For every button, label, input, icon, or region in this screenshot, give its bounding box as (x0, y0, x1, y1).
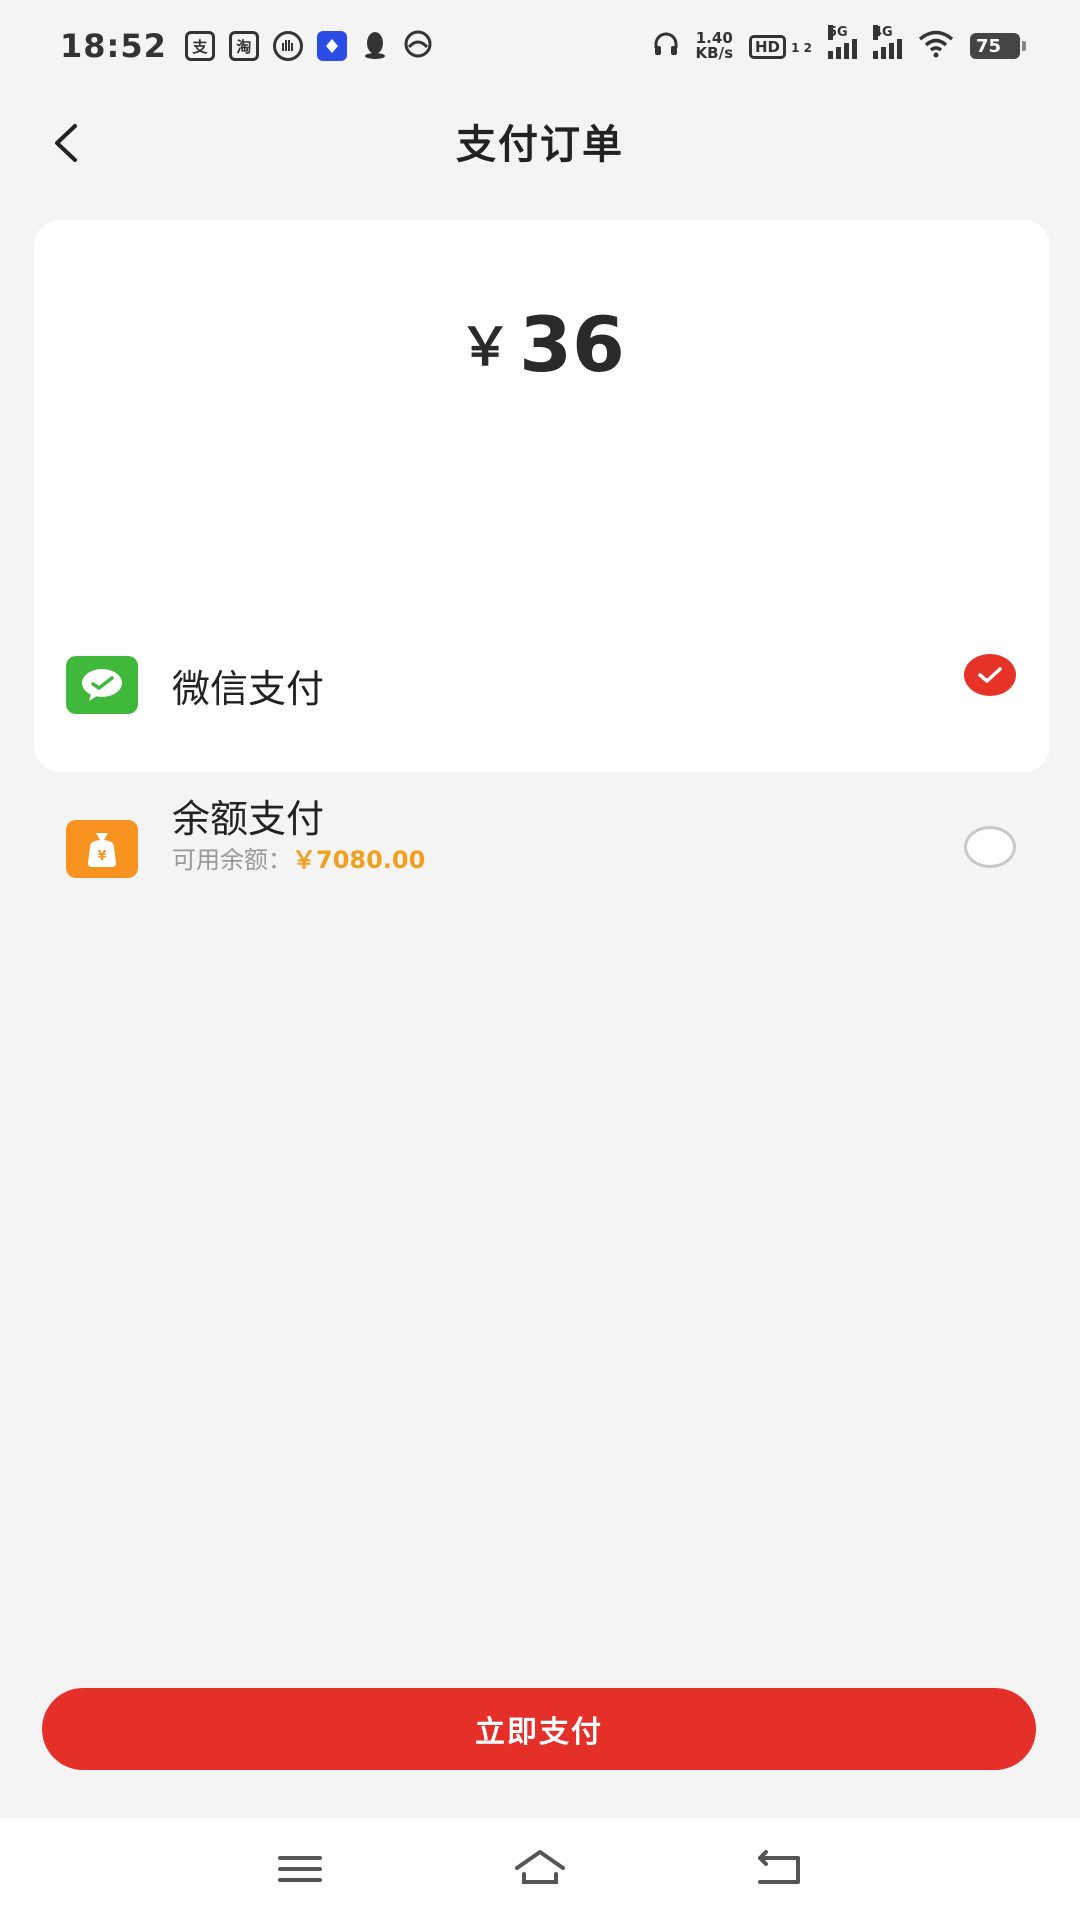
wechat-radio-checked[interactable] (964, 654, 1016, 696)
hd-label: HD (749, 34, 787, 59)
menu-icon[interactable] (272, 1844, 328, 1894)
hand-app-icon (272, 31, 303, 61)
available-balance-value: ￥7080.00 (292, 846, 426, 874)
status-bar: 18:52 支 淘 1.40 KB/s HD 1 2 5G 4G 75 (0, 0, 1080, 92)
chevron-left-icon (55, 124, 77, 162)
page-title: 支付订单 (456, 122, 624, 168)
currency-symbol: ￥ (459, 318, 512, 378)
blue-app-icon (316, 31, 347, 61)
back-icon[interactable] (752, 1844, 808, 1894)
network-speed: 1.40 KB/s (696, 31, 733, 61)
taobao-app-icon: 淘 (228, 31, 259, 61)
network-speed-unit: KB/s (695, 44, 733, 62)
hd-badge: HD 1 2 (749, 34, 812, 59)
back-button[interactable] (40, 110, 100, 170)
order-amount: ￥ 36 (34, 300, 1050, 389)
battery-icon: 75 (970, 33, 1026, 59)
hd-sub: 1 2 (791, 40, 812, 55)
balance-pay-label: 余额支付 (172, 797, 325, 841)
money-bag-icon: ¥ (66, 820, 138, 878)
wechat-pay-icon (66, 656, 138, 714)
payment-option-wechat[interactable]: 微信支付 (34, 654, 1050, 796)
headphone-icon (652, 30, 680, 62)
location-app-icon (403, 29, 433, 63)
wechat-pay-label: 微信支付 (172, 667, 325, 711)
available-balance: 可用余额：￥7080.00 (172, 840, 425, 875)
status-indicators: 1.40 KB/s HD 1 2 5G 4G 75 (652, 25, 1026, 62)
svg-text:¥: ¥ (97, 849, 106, 864)
amount-value: 36 (519, 300, 625, 389)
wifi-icon (918, 30, 954, 62)
status-time: 18:52 (60, 27, 167, 65)
check-icon (978, 667, 1002, 683)
available-balance-label: 可用余额： (172, 846, 292, 874)
signal-4g-icon: 4G (873, 25, 902, 59)
header: 支付订单 (0, 92, 1080, 190)
status-app-icons: 支 淘 (184, 29, 433, 63)
payment-option-balance[interactable]: ¥ 余额支付 可用余额：￥7080.00 (34, 797, 1050, 940)
signal-4g-label: 4G (873, 25, 893, 40)
system-nav-bar (0, 1818, 1080, 1920)
balance-radio-unchecked[interactable] (964, 826, 1016, 868)
qq-icon (361, 29, 389, 63)
pay-now-button[interactable]: 立即支付 (42, 1688, 1036, 1770)
alipay-app-icon: 支 (184, 31, 215, 61)
home-icon[interactable] (512, 1844, 568, 1894)
signal-5g-icon: 5G (828, 25, 857, 59)
payment-card: ￥ 36 微信支付 ¥ 余额支付 可用余额：￥7080.00 (34, 220, 1050, 878)
signal-5g-label: 5G (828, 25, 848, 40)
